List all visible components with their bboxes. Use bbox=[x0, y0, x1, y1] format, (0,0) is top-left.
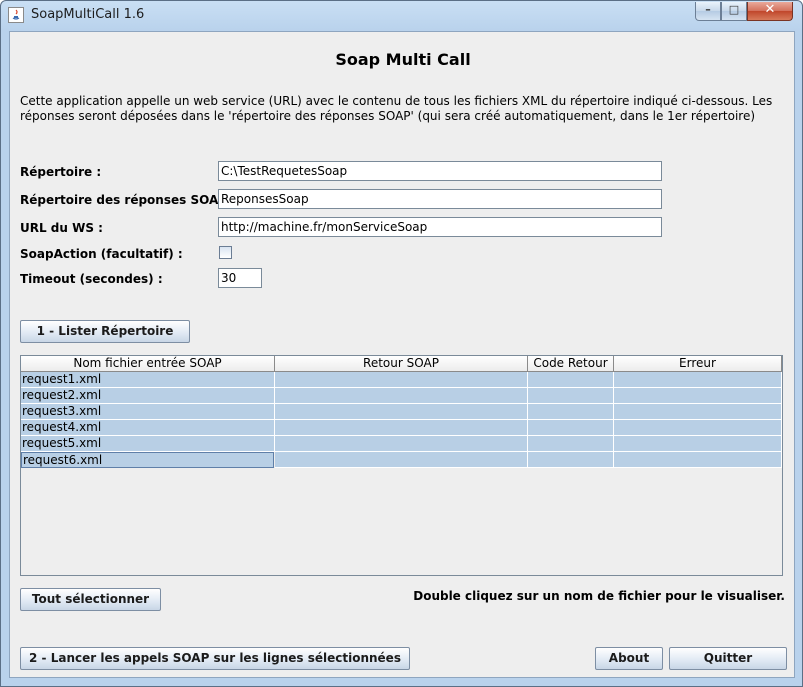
column-header-nom-fichier[interactable]: Nom fichier entrée SOAP bbox=[21, 356, 275, 372]
maximize-icon: □ bbox=[728, 3, 740, 16]
cell-nom-fichier[interactable]: request6.xml bbox=[21, 452, 274, 468]
cell-code-retour[interactable] bbox=[528, 388, 614, 404]
cell-retour-soap[interactable] bbox=[275, 452, 528, 468]
maximize-button[interactable]: □ bbox=[721, 2, 747, 21]
quitter-button[interactable]: Quitter bbox=[669, 647, 787, 670]
table-row[interactable]: request3.xml bbox=[21, 404, 782, 420]
repertoire-input[interactable]: C:\TestRequetesSoap bbox=[218, 161, 662, 181]
cell-nom-fichier[interactable]: request1.xml bbox=[21, 372, 275, 388]
window-title: SoapMultiCall 1.6 bbox=[31, 7, 145, 22]
close-button[interactable]: ✕ bbox=[747, 2, 793, 21]
cell-code-retour[interactable] bbox=[528, 420, 614, 436]
table-row[interactable]: request5.xml bbox=[21, 436, 782, 452]
cell-code-retour[interactable] bbox=[528, 452, 614, 468]
cell-erreur[interactable] bbox=[614, 420, 782, 436]
table-row[interactable]: request1.xml bbox=[21, 372, 782, 388]
app-window: SoapMultiCall 1.6 – □ ✕ Soap Multi Call … bbox=[0, 0, 803, 687]
cell-code-retour[interactable] bbox=[528, 372, 614, 388]
description-text: Cette application appelle un web service… bbox=[20, 94, 773, 123]
table-row[interactable]: request2.xml bbox=[21, 388, 782, 404]
url-input[interactable]: http://machine.fr/monServiceSoap bbox=[218, 217, 662, 237]
about-button[interactable]: About bbox=[595, 647, 663, 670]
title-bar[interactable]: SoapMultiCall 1.6 – □ ✕ bbox=[1, 1, 802, 31]
cell-erreur[interactable] bbox=[614, 404, 782, 420]
cell-retour-soap[interactable] bbox=[275, 436, 528, 452]
minimize-icon: – bbox=[705, 3, 711, 16]
cell-code-retour[interactable] bbox=[528, 436, 614, 452]
cell-nom-fichier[interactable]: request3.xml bbox=[21, 404, 275, 420]
table-row[interactable]: request6.xml bbox=[21, 452, 782, 468]
cell-retour-soap[interactable] bbox=[275, 420, 528, 436]
java-app-icon bbox=[8, 7, 24, 23]
reponses-label: Répertoire des réponses SOAP : bbox=[20, 193, 237, 207]
lister-repertoire-button[interactable]: 1 - Lister Répertoire bbox=[20, 320, 190, 343]
cell-nom-fichier[interactable]: request5.xml bbox=[21, 436, 275, 452]
table-row[interactable]: request4.xml bbox=[21, 420, 782, 436]
repertoire-label: Répertoire : bbox=[20, 165, 102, 179]
column-header-code-retour[interactable]: Code Retour bbox=[528, 356, 614, 372]
tout-selectionner-button[interactable]: Tout sélectionner bbox=[20, 588, 161, 611]
cell-erreur[interactable] bbox=[614, 372, 782, 388]
cell-retour-soap[interactable] bbox=[275, 388, 528, 404]
soapaction-label: SoapAction (facultatif) : bbox=[20, 247, 183, 261]
column-header-retour-soap[interactable]: Retour SOAP bbox=[275, 356, 528, 372]
lancer-appels-button[interactable]: 2 - Lancer les appels SOAP sur les ligne… bbox=[20, 647, 410, 670]
cell-code-retour[interactable] bbox=[528, 404, 614, 420]
hint-text: Double cliquez sur un nom de fichier pou… bbox=[413, 589, 785, 603]
timeout-label: Timeout (secondes) : bbox=[20, 272, 163, 286]
url-label: URL du WS : bbox=[20, 221, 103, 235]
close-icon: ✕ bbox=[764, 2, 776, 17]
column-header-erreur[interactable]: Erreur bbox=[614, 356, 782, 372]
page-title: Soap Multi Call bbox=[335, 50, 471, 69]
cell-nom-fichier[interactable]: request2.xml bbox=[21, 388, 275, 404]
reponses-input[interactable]: ReponsesSoap bbox=[218, 189, 662, 209]
cell-nom-fichier[interactable]: request4.xml bbox=[21, 420, 275, 436]
timeout-input[interactable]: 30 bbox=[218, 268, 262, 288]
cell-retour-soap[interactable] bbox=[275, 372, 528, 388]
main-panel: Soap Multi Call Cette application appell… bbox=[9, 31, 795, 678]
cell-erreur[interactable] bbox=[614, 436, 782, 452]
cell-erreur[interactable] bbox=[614, 388, 782, 404]
files-table: Nom fichier entrée SOAP Retour SOAP Code… bbox=[20, 355, 783, 576]
minimize-button[interactable]: – bbox=[695, 2, 721, 21]
soapaction-checkbox[interactable] bbox=[219, 246, 232, 259]
cell-erreur[interactable] bbox=[614, 452, 782, 468]
cell-retour-soap[interactable] bbox=[275, 404, 528, 420]
table-header: Nom fichier entrée SOAP Retour SOAP Code… bbox=[21, 356, 782, 372]
